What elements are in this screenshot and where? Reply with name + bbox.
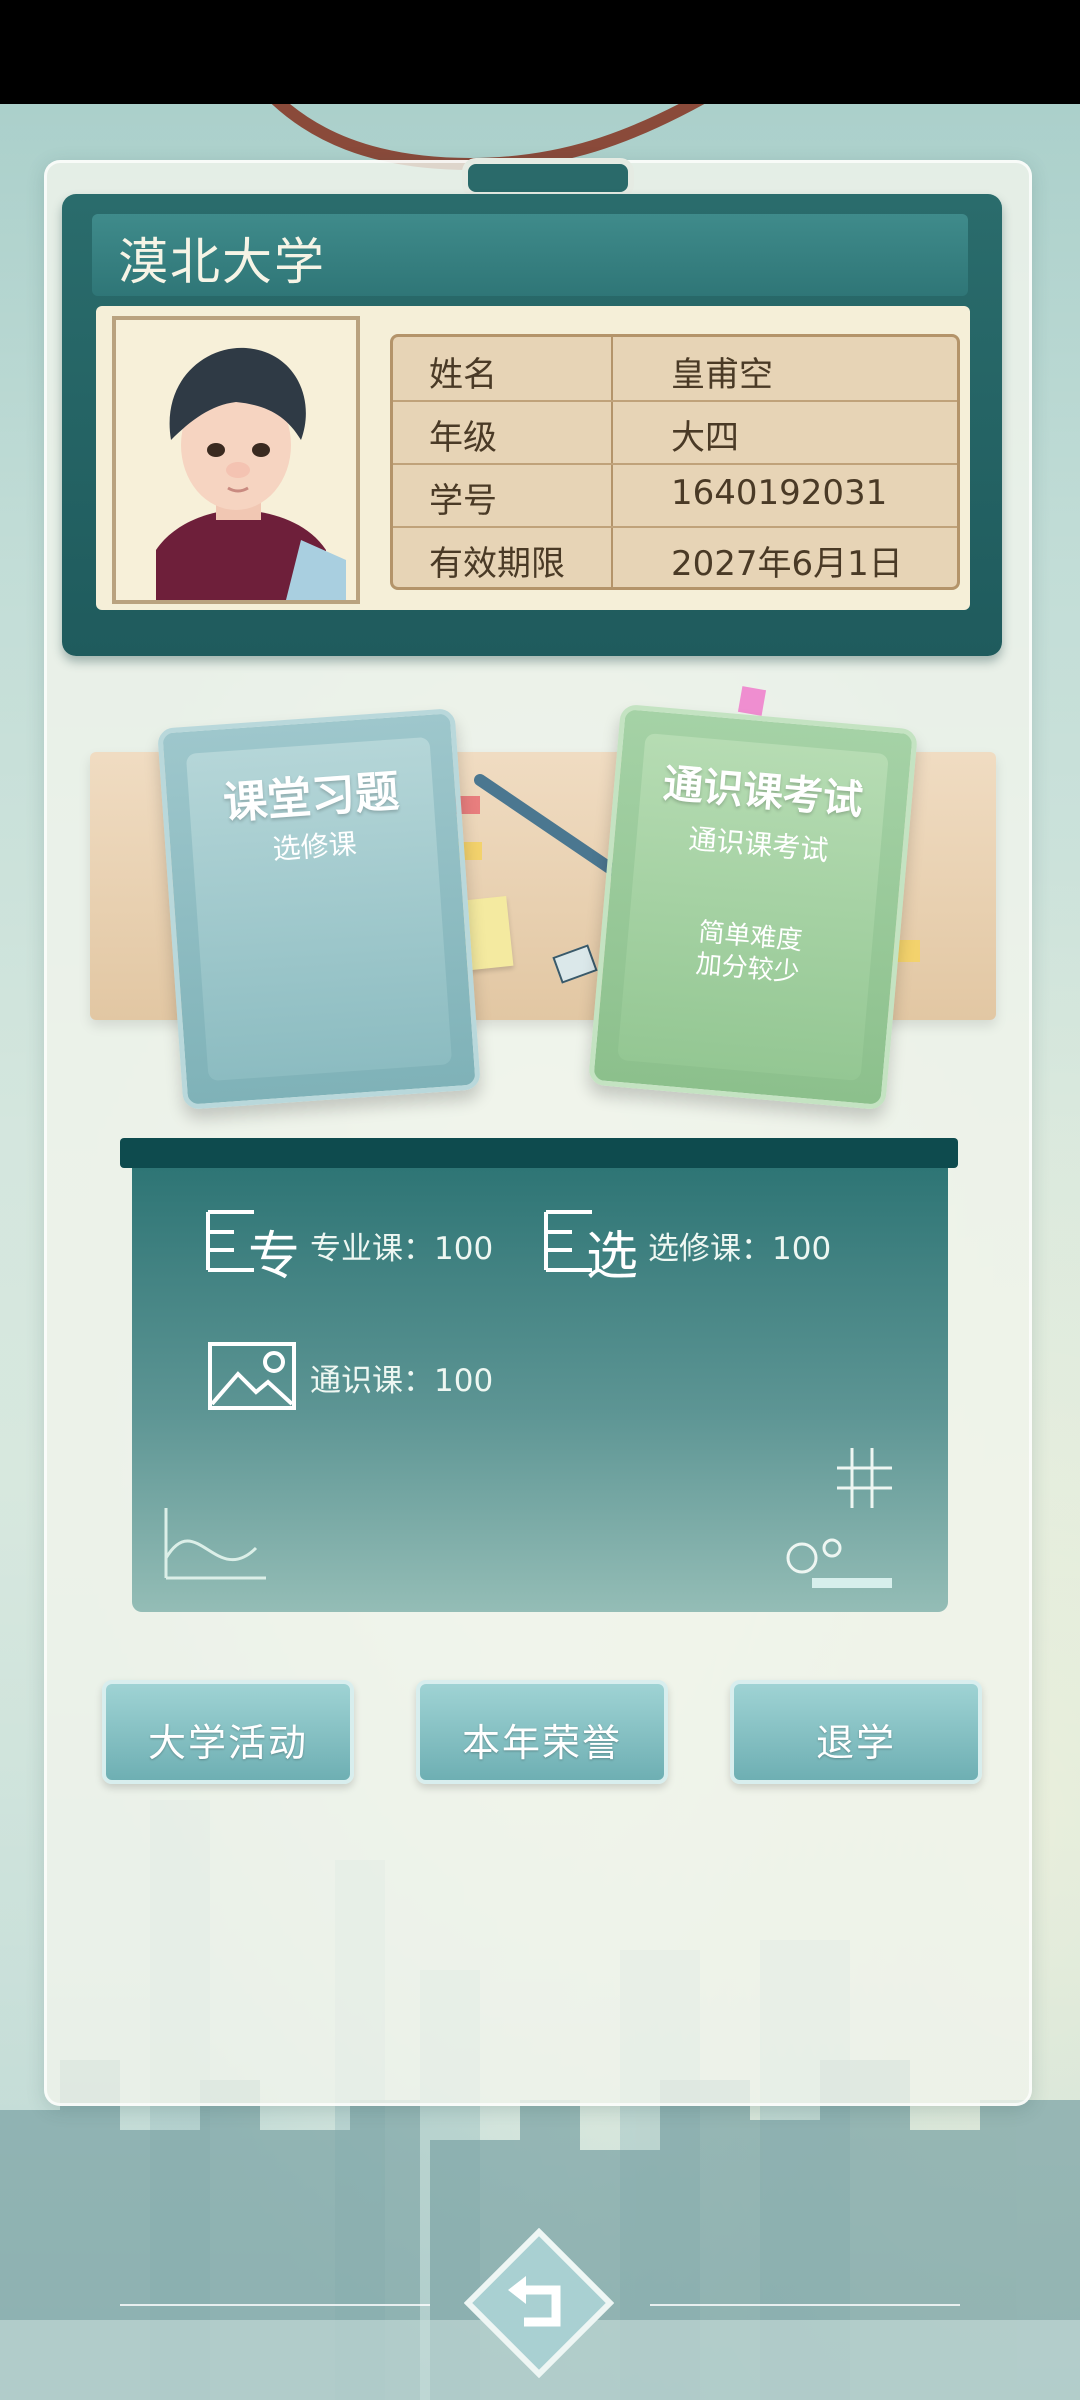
general-course-stat: 通识课：100	[204, 1340, 493, 1414]
image-icon	[208, 1342, 296, 1410]
drop-out-button[interactable]: 退学	[730, 1680, 982, 1784]
svg-text:专: 专	[248, 1227, 298, 1282]
back-arrow-icon[interactable]	[464, 2228, 614, 2378]
classroom-exercises-card[interactable]: 课堂习题 选修课	[157, 708, 481, 1110]
general-course-exam-card[interactable]: 通识课考试 通识课考试 简单难度 加分较少	[587, 703, 919, 1111]
grade-label: 年级	[429, 418, 497, 458]
name-value: 皇甫空	[671, 355, 773, 395]
chalk-doodle-sketch	[786, 1448, 892, 1588]
button-label: 退学	[815, 1721, 896, 1765]
name-label: 姓名	[429, 355, 497, 395]
university-activities-button[interactable]: 大学活动	[102, 1680, 354, 1784]
score-chalkboard: 专 专业课：100 选 选修课：100 通识课：100	[132, 1168, 948, 1612]
student-avatar	[112, 316, 360, 604]
student-id-card: 漠北大学 姓名 皇甫空 年级 大四 学号 1640192031 有效期限 202…	[62, 194, 1002, 656]
app-screen: 漠北大学 姓名 皇甫空 年级 大四 学号 1640192031 有效期限 202…	[0, 104, 1080, 2400]
major-course-stat: 专 专业课：100	[204, 1208, 493, 1282]
card-slot	[462, 158, 634, 198]
elective-course-icon: 选	[544, 1210, 636, 1282]
university-name: 漠北大学	[118, 233, 326, 291]
button-label: 大学活动	[147, 1721, 308, 1765]
major-course-icon: 专	[206, 1210, 298, 1282]
button-label: 本年荣誉	[461, 1721, 622, 1765]
student-id-value: 1640192031	[671, 473, 888, 513]
divider-right	[650, 2304, 960, 2306]
elective-course-stat: 选 选修课：100	[542, 1208, 831, 1282]
general-course-label: 通识课：100	[310, 1362, 494, 1399]
grade-value: 大四	[671, 418, 739, 458]
annual-honors-button[interactable]: 本年荣誉	[416, 1680, 668, 1784]
table-row: 姓名 皇甫空	[393, 337, 957, 402]
student-id-label: 学号	[429, 481, 497, 521]
table-row: 有效期限 2027年6月1日	[393, 526, 957, 589]
expiry-value: 2027年6月1日	[671, 544, 903, 584]
chalkboard-top-frame	[120, 1138, 958, 1168]
major-course-label: 专业课：100	[310, 1230, 494, 1267]
elective-course-label: 选修课：100	[648, 1230, 832, 1267]
expiry-label: 有效期限	[429, 544, 565, 584]
divider-left	[120, 2304, 430, 2306]
tab-marker	[737, 686, 767, 716]
svg-text:选: 选	[586, 1227, 636, 1282]
table-row: 年级 大四	[393, 400, 957, 465]
chalk-doodle-graph	[164, 1508, 266, 1580]
table-row: 学号 1640192031	[393, 463, 957, 528]
student-info-table: 姓名 皇甫空 年级 大四 学号 1640192031 有效期限 2027年6月1…	[390, 334, 960, 590]
